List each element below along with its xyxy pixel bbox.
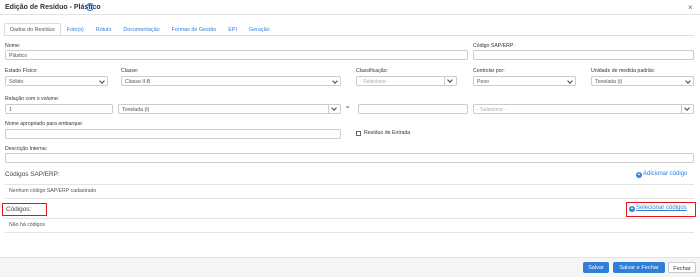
relacao-volume-input[interactable] <box>358 104 468 114</box>
save-close-button[interactable]: Salvar e Fechar <box>613 262 665 273</box>
controlar-por-value: Peso <box>477 78 489 85</box>
estado-fisico-label: Estado Físico: <box>5 68 38 74</box>
unidade-medida-select[interactable]: Tonelada (t) <box>591 76 694 86</box>
codigos-sap-title: Códigos SAP/ERP: <box>5 171 60 178</box>
classe-value: Classe II-B <box>125 78 151 85</box>
unidade-medida-label: Unidade de medida padrão: <box>591 68 656 74</box>
tab-rotulo[interactable]: Rótulo <box>90 23 118 35</box>
estado-fisico-select[interactable]: Sólido <box>5 76 108 86</box>
close-icon[interactable]: × <box>688 3 693 12</box>
tab-fotos[interactable]: Foto(s) <box>61 23 90 35</box>
descricao-interna-label: Descrição Interna: <box>5 146 48 152</box>
chevron-down-icon <box>685 78 691 84</box>
relacao-quantidade-input[interactable]: 1 <box>5 104 113 114</box>
nome-embarque-input[interactable] <box>5 129 341 139</box>
tab-divider <box>4 35 694 36</box>
relacao-unidade-select[interactable]: Tonelada (t) <box>118 104 341 114</box>
controlar-por-select[interactable]: Peso <box>473 76 576 86</box>
tab-formas-gestao[interactable]: Formas de Gestão <box>166 23 223 35</box>
estado-fisico-value: Sólido <box>9 78 24 85</box>
tab-documentacao[interactable]: Documentação <box>117 23 165 35</box>
relacao-unidade-value: Tonelada (t) <box>122 106 150 113</box>
save-button[interactable]: Salvar <box>583 262 609 273</box>
chevron-down-icon <box>331 105 337 111</box>
relacao-volume-unit-placeholder: - Selecione - <box>477 106 507 113</box>
plus-circle-icon: + <box>629 205 635 212</box>
chevron-down-icon <box>447 77 453 83</box>
codigo-sap-input[interactable] <box>473 50 694 60</box>
chevron-down-icon <box>332 78 338 84</box>
modal-header <box>0 0 700 15</box>
codigos-title: Códigos: <box>6 206 32 213</box>
controlar-por-label: Controlar por: <box>473 68 505 74</box>
codigos-empty: Não há códigos <box>9 222 46 228</box>
residuo-entrada-label: Resíduo de Entrada <box>364 130 411 136</box>
plus-circle-icon: + <box>636 171 642 178</box>
chevron-down-icon <box>99 78 105 84</box>
chevron-down-icon <box>684 105 690 111</box>
adicionar-codigo-link[interactable]: + Adicionar código <box>636 171 687 178</box>
relacao-volume-label: Relação com o volume: <box>5 96 60 102</box>
descricao-interna-input[interactable] <box>5 153 694 163</box>
help-icon[interactable]: ? <box>86 3 94 11</box>
nome-embarque-label: Nome apropriado para embarque: <box>5 121 84 127</box>
equals-sign: = <box>346 105 350 111</box>
relacao-volume-unit-select[interactable]: - Selecione - <box>473 104 694 114</box>
codigo-sap-label: Código SAP/ERP: <box>473 43 515 49</box>
codigos-list: Não há códigos <box>5 218 694 233</box>
chevron-down-icon <box>567 78 573 84</box>
classe-select[interactable]: Classe II-B <box>121 76 341 86</box>
residuo-entrada-checkbox[interactable] <box>356 131 361 136</box>
codigos-sap-list: Nenhum código SAP/ERP cadastrado <box>5 184 694 199</box>
tab-geracao[interactable]: Geração <box>243 23 276 35</box>
select-toggle <box>328 105 340 113</box>
select-toggle <box>681 105 693 113</box>
selecionar-codigos-link[interactable]: + Selecionar códigos <box>629 205 687 212</box>
codigos-sap-empty: Nenhum código SAP/ERP cadastrado <box>9 188 97 194</box>
nome-label: Nome: <box>5 43 21 49</box>
classificacao-label: Classificação: <box>356 68 389 74</box>
unidade-medida-value: Tonelada (t) <box>595 78 623 85</box>
classificacao-placeholder: - Selecione - <box>360 78 390 85</box>
tab-dados-residuo[interactable]: Dados do Resíduo <box>4 23 61 35</box>
adicionar-codigo-label: Adicionar código <box>643 171 688 177</box>
select-toggle <box>444 77 456 85</box>
close-button[interactable]: Fechar <box>668 262 696 273</box>
classificacao-select[interactable]: - Selecione - <box>356 76 457 86</box>
selecionar-codigos-label: Selecionar códigos <box>636 205 687 211</box>
nome-input[interactable]: Plástico <box>5 50 468 60</box>
classe-label: Classe: <box>121 68 139 74</box>
tab-epi[interactable]: EPI <box>222 23 243 35</box>
tab-bar: Dados do Resíduo Foto(s) Rótulo Document… <box>4 23 276 35</box>
